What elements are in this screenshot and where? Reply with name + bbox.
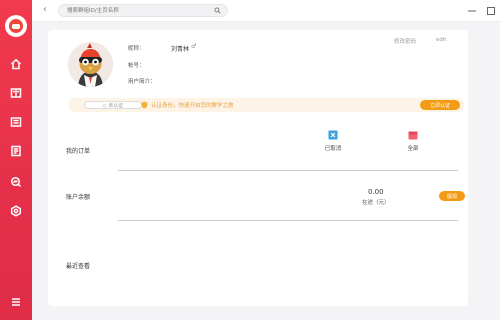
balance-note: 在途（元）: [362, 200, 390, 206]
settings-icon[interactable]: [9, 204, 23, 218]
withdraw-button[interactable]: 提现: [439, 191, 465, 201]
cancelled-order-icon: [328, 130, 338, 140]
document-icon[interactable]: [9, 144, 23, 158]
account-balance-label: 账户余额: [66, 194, 91, 201]
all-orders-icon: [408, 130, 418, 140]
intro-label: 用户简介：: [128, 79, 156, 85]
edit-link[interactable]: edit: [436, 37, 447, 43]
top-bar: ‹: [32, 0, 500, 22]
change-password-link[interactable]: 修改密码: [394, 37, 416, 45]
book-icon[interactable]: [9, 86, 23, 100]
divider: [118, 170, 458, 171]
menu-icon[interactable]: [9, 295, 23, 309]
order-all-label: 全部: [407, 146, 419, 152]
avatar[interactable]: [68, 42, 113, 87]
minimize-icon[interactable]: [467, 6, 477, 16]
balance-amount: 0.00: [368, 188, 384, 196]
recently-viewed-label: 最近查看: [66, 263, 91, 270]
divider: [118, 220, 458, 221]
order-all[interactable]: 全部: [398, 130, 428, 152]
maximize-icon[interactable]: [486, 6, 496, 16]
search-input[interactable]: [67, 6, 207, 16]
verify-status-badge: ◇ 未认证: [84, 101, 142, 109]
analytics-icon[interactable]: [9, 175, 23, 189]
verify-banner: ◇ 未认证 认证身份，快速开启您的教学之旅 立即认证: [68, 98, 464, 112]
back-icon[interactable]: ‹: [43, 4, 47, 16]
sidebar: [0, 0, 32, 320]
nickname-label: 昵称：: [128, 46, 145, 52]
profile-card: 昵称： 刘青林 ♂ 帐号： 用户简介： 修改密码 edit ◇ 未认证 认证身份…: [48, 30, 468, 306]
list-icon[interactable]: [9, 115, 23, 129]
app-logo[interactable]: [5, 15, 27, 37]
verify-message: 认证身份，快速开启您的教学之旅: [151, 103, 234, 109]
search-icon[interactable]: [214, 7, 221, 16]
shield-icon: [141, 101, 148, 111]
nickname-value: 刘青林: [171, 46, 190, 53]
search-box[interactable]: [58, 4, 228, 17]
gender-icon: ♂: [191, 43, 197, 50]
my-orders-label: 我的订单: [66, 148, 91, 155]
home-icon[interactable]: [9, 57, 23, 71]
account-label: 帐号：: [128, 63, 145, 69]
order-cancelled[interactable]: 已取消: [318, 130, 348, 152]
order-cancelled-label: 已取消: [324, 146, 342, 152]
verify-now-button[interactable]: 立即认证: [420, 100, 460, 110]
